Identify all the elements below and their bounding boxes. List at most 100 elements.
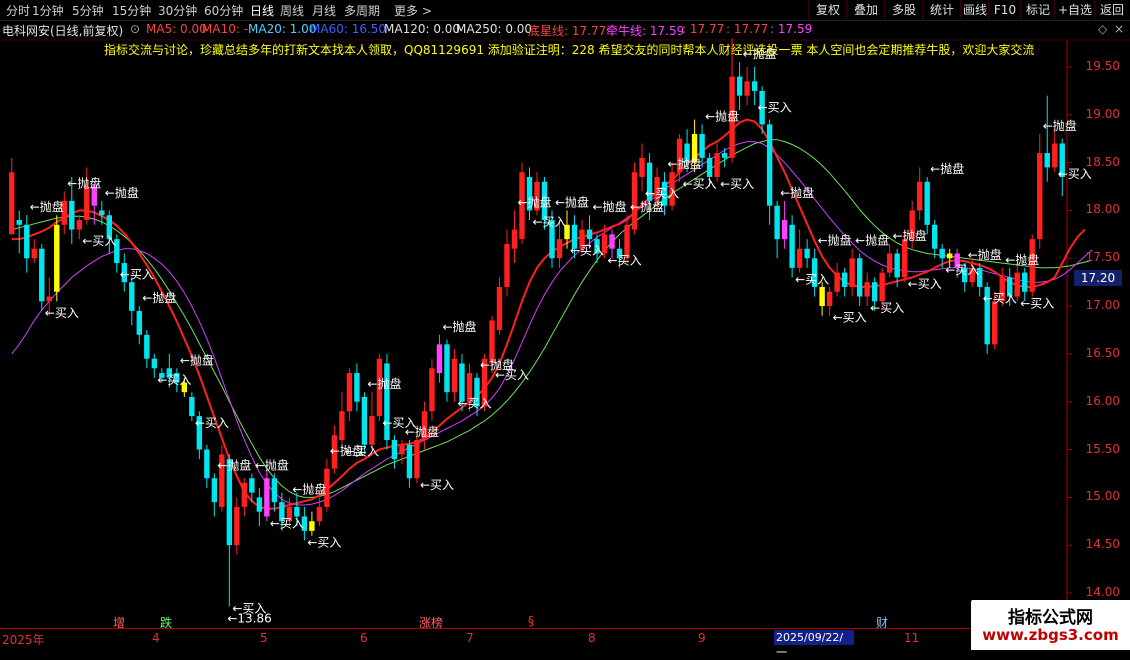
candle-body (1044, 153, 1050, 168)
low-price-label: ←13.86 (227, 611, 271, 625)
date-cursor-label: 2025/09/22/一 (774, 630, 854, 659)
price-label: 14.00 (1085, 585, 1120, 599)
candle-body (211, 478, 218, 503)
buy-signal-label: ←买入 (1058, 167, 1092, 181)
candle-body (316, 506, 323, 522)
event-marker[interactable]: § (526, 614, 536, 628)
candle-body (414, 439, 420, 479)
buy-signal-label: ←买入 (683, 177, 717, 191)
buy-signal-label: ←买入 (983, 292, 1017, 306)
price-label: 18.50 (1085, 154, 1120, 169)
buy-signal-label: ←买入 (570, 244, 604, 258)
price-label: 19.00 (1085, 106, 1120, 121)
candle-body (204, 449, 210, 479)
date-label: 5 (260, 631, 268, 645)
candle-body (609, 234, 615, 249)
candle-body (841, 272, 848, 287)
buy-signal-label: ←买入 (645, 186, 679, 200)
buy-signal-label: ←买入 (1020, 296, 1054, 310)
candle-body (504, 243, 510, 287)
buy-signal-label: ←买入 (758, 100, 792, 114)
candle-body (309, 521, 315, 531)
candle-body (901, 239, 908, 278)
candle-body (429, 368, 435, 412)
candle-body (1022, 272, 1028, 292)
buy-signal-label: ←买入 (795, 272, 829, 286)
candle-body (856, 258, 863, 297)
buy-signal-label: ←买入 (345, 445, 379, 459)
candle-body (819, 286, 825, 307)
sell-signal-label: ←抛盘 (1043, 118, 1077, 133)
candle-body (31, 248, 37, 259)
candle-body (706, 157, 713, 177)
candle-body (346, 373, 353, 412)
sell-signal-label: ←抛盘 (930, 161, 964, 176)
price-label: 16.50 (1085, 345, 1120, 360)
buy-signal-label: ←买入 (720, 177, 754, 191)
sell-signal-label: ←抛盘 (555, 194, 589, 209)
candle-body (136, 310, 143, 335)
candle-body (294, 506, 300, 517)
candle-body (361, 396, 368, 445)
buy-signal-label: ←买入 (45, 306, 79, 320)
buy-signal-label: ←买入 (157, 373, 191, 387)
candle-body (774, 205, 780, 240)
sell-signal-label: ←抛盘 (1005, 252, 1039, 267)
ma-long-line (11, 139, 1093, 498)
candle-body (369, 416, 375, 445)
candle-body (556, 239, 563, 259)
candle-body (241, 483, 248, 507)
candle-body (249, 478, 255, 493)
price-label: 18.00 (1085, 202, 1120, 217)
candle-body (586, 229, 593, 240)
candle-body (699, 133, 705, 158)
buy-signal-label: ←买入 (420, 478, 454, 492)
buy-signal-label: ←买入 (908, 277, 942, 291)
candle-body (639, 157, 645, 177)
candle-body (879, 272, 885, 302)
buy-signal-label: ←买入 (495, 368, 529, 382)
sell-signal-label: ←抛盘 (367, 376, 401, 391)
candle-body (894, 253, 900, 278)
candle-body (234, 506, 240, 546)
candle-body (436, 344, 443, 374)
candle-body (1037, 153, 1043, 240)
candle-body (9, 172, 15, 235)
sell-signal-label: ←抛盘 (630, 199, 664, 214)
candle-body (39, 248, 45, 302)
sell-signal-label: ←抛盘 (180, 352, 214, 367)
candle-body (511, 229, 518, 249)
sell-signal-label: ←抛盘 (968, 247, 1002, 262)
sell-signal-label: ←抛盘 (517, 194, 551, 209)
sell-signal-label: ←抛盘 (780, 185, 814, 200)
candle-body (339, 411, 345, 440)
sell-signal-label: ←抛盘 (705, 108, 739, 123)
buy-signal-label: ←买入 (120, 268, 154, 282)
candle-body (849, 258, 855, 287)
candle-body (189, 396, 195, 417)
sell-signal-label: ←抛盘 (743, 46, 777, 61)
date-label: 2025年 (2, 633, 45, 647)
candle-body (924, 181, 930, 225)
candle-body (151, 358, 158, 369)
sell-signal-label: ←抛盘 (67, 175, 101, 190)
sell-signal-label: ←抛盘 (818, 233, 852, 248)
candle-body (796, 248, 803, 268)
candle-body (826, 291, 833, 307)
candle-body (781, 220, 788, 240)
candle-body (399, 444, 405, 455)
buy-signal-label: ←买入 (833, 311, 867, 325)
kline-chart[interactable]: ←抛盘←买入←抛盘←买入←抛盘←买入←抛盘←买入←抛盘←买入←抛盘←买入←抛盘←… (0, 0, 1130, 650)
candle-body (451, 358, 458, 393)
price-label: 17.00 (1085, 298, 1120, 313)
candle-body (489, 320, 495, 364)
price-label: 14.50 (1085, 537, 1120, 552)
candle-body (129, 282, 135, 311)
sell-signal-label: ←抛盘 (442, 319, 476, 334)
candle-body (992, 301, 998, 345)
candle-body (946, 253, 953, 259)
date-label: 8 (588, 631, 596, 645)
date-label: 11 (904, 631, 920, 645)
candle-body (751, 81, 758, 91)
current-price-badge: 17.20 (1074, 270, 1122, 286)
